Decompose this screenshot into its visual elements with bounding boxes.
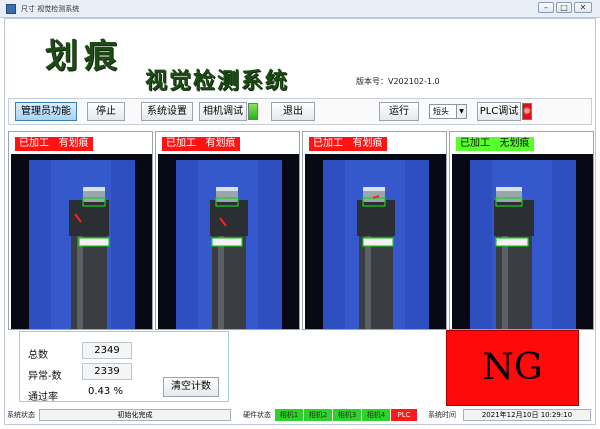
pass-rate-label: 通过率 [28,392,58,403]
close-icon[interactable]: ✕ [574,2,592,13]
camera-panel-3: 已加工 有划痕 [302,131,447,330]
system-time-label: 系统时间 [428,411,456,419]
system-state-value: 初始化完成 [39,409,231,421]
pass-rate-value: 0.43 % [88,386,123,397]
product-type-select[interactable]: 短头 ▼ [429,104,467,119]
camera-panel-1: 已加工 有划痕 [8,131,153,330]
camera-4-image [452,154,593,329]
settings-button[interactable]: 系统设置 [141,102,193,121]
toolbar: 管理员功能 停止 系统设置 相机调试 退出 运行 短头 ▼ PLC调试 [8,98,592,125]
hw-camera-4: 相机4 [362,409,390,421]
camera-3-status: 已加工 有划痕 [309,137,387,151]
logo-title-bottom: 视觉检测系统 [145,69,290,94]
total-count-label: 总数 [28,350,48,361]
window-controls: – □ ✕ [538,2,592,13]
system-time-value: 2021年12月10日 10:29:10 [463,409,591,421]
run-button[interactable]: 运行 [379,102,419,121]
camera-debug-button[interactable]: 相机调试 [199,102,247,121]
hw-camera-2: 相机2 [304,409,332,421]
hw-camera-3: 相机3 [333,409,361,421]
admin-button[interactable]: 管理员功能 [15,102,77,121]
app-icon [6,3,16,14]
maximize-icon[interactable]: □ [556,2,572,13]
plc-debug-button[interactable]: PLC调试 [477,102,521,121]
window-title: 尺寸 视觉检测系统 [21,4,80,13]
chevron-down-icon[interactable]: ▼ [456,105,466,118]
system-state-label: 系统状态 [7,411,35,419]
product-type-value: 短头 [433,107,449,116]
camera-panel-4: 已加工 无划痕 [449,131,594,330]
stop-button[interactable]: 停止 [87,102,125,121]
logo-title-top: 划痕 [45,36,123,75]
hardware-state-label: 硬件状态 [243,411,271,419]
abnormal-count-value: 2339 [82,363,132,380]
status-bar: 系统状态 初始化完成 硬件状态 相机1 相机2 相机3 相机4 PLC 系统时间… [5,408,595,422]
camera-3-image [305,154,446,329]
hw-plc: PLC [391,409,417,421]
camera-1-status: 已加工 有划痕 [15,137,93,151]
minimize-icon[interactable]: – [538,2,554,13]
result-indicator: NG [446,330,579,406]
app-client-area: 划痕 视觉检测系统 版本号：V202102-1.0 管理员功能 停止 系统设置 … [4,18,596,425]
clear-count-button[interactable]: 清空计数 [163,377,219,397]
camera-1-image [11,154,152,329]
plc-status-led [522,103,532,120]
total-count-value: 2349 [82,342,132,359]
camera-panel-2: 已加工 有划痕 [155,131,300,330]
window-titlebar: 尺寸 视觉检测系统 – □ ✕ [0,0,600,18]
camera-4-status: 已加工 无划痕 [456,137,534,151]
camera-2-status: 已加工 有划痕 [162,137,240,151]
version-label: 版本号：V202102-1.0 [356,77,440,86]
camera-2-image [158,154,299,329]
exit-button[interactable]: 退出 [271,102,315,121]
hw-camera-1: 相机1 [275,409,303,421]
statistics-panel: 总数 2349 异常-数 2339 通过率 0.43 % 清空计数 [19,331,229,403]
abnormal-count-label: 异常-数 [28,371,62,382]
camera-status-led [248,103,258,120]
